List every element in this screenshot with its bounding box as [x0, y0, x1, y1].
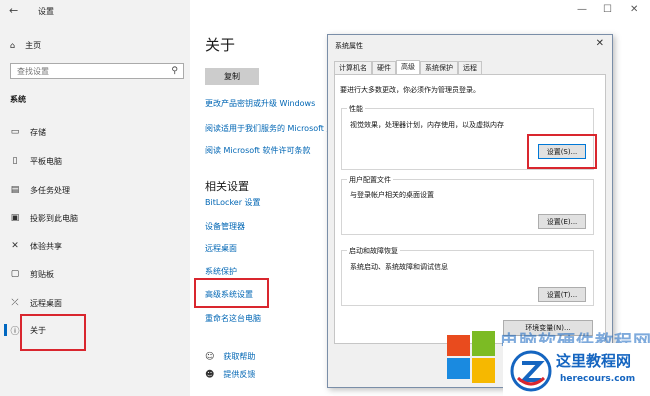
copy-button[interactable]: 复制	[205, 68, 259, 85]
sidebar-item-projecting[interactable]: ▣ 投影到此电脑	[10, 211, 78, 225]
watermark-badge-url: herecours.com	[560, 374, 636, 384]
startup-recovery-desc: 系统启动、系统故障和调试信息	[350, 263, 448, 271]
home-icon: ⌂	[10, 40, 16, 50]
sidebar-item-storage[interactable]: ▭ 存储	[10, 125, 46, 139]
link-rename-pc[interactable]: 重命名这台电脑	[205, 313, 261, 324]
tab-computer-name[interactable]: 计算机名	[334, 61, 372, 74]
link-change-product-key[interactable]: 更改产品密钥或升级 Windows	[205, 98, 315, 109]
link-system-protection[interactable]: 系统保护	[205, 266, 237, 277]
link-remote-desktop[interactable]: 远程桌面	[205, 243, 237, 254]
sidebar-item-label: 剪贴板	[30, 269, 54, 279]
performance-title: 性能	[347, 104, 365, 114]
feedback-link[interactable]: ☻ 提供反馈	[205, 369, 255, 380]
remote-desktop-icon: ⤫	[11, 298, 19, 308]
highlight-box-performance	[527, 134, 597, 169]
feedback-icon: ☻	[205, 369, 215, 380]
page-title: 关于	[205, 36, 236, 54]
tab-remote[interactable]: 远程	[458, 61, 482, 74]
storage-icon: ▭	[10, 127, 20, 137]
window-title: 设置	[38, 7, 54, 16]
startup-recovery-title: 启动和故障恢复	[347, 246, 400, 256]
clipboard-icon: ▢	[10, 269, 20, 279]
help-chat-icon: ☺	[205, 351, 215, 362]
sidebar-home-label: 主页	[25, 40, 42, 50]
search-box: ⚲	[10, 63, 184, 79]
highlight-box-about	[20, 314, 86, 351]
share-icon: ✕	[11, 241, 19, 251]
sidebar-item-label: 投影到此电脑	[30, 213, 78, 223]
link-bitlocker[interactable]: BitLocker 设置	[205, 197, 261, 208]
maximize-icon[interactable]: ☐	[603, 4, 612, 15]
sidebar-section-title: 系统	[10, 95, 26, 104]
search-input[interactable]	[11, 64, 161, 78]
link-license-terms[interactable]: 阅读 Microsoft 软件许可条款	[205, 145, 311, 156]
search-icon[interactable]: ⚲	[171, 66, 178, 76]
related-settings-heading: 相关设置	[205, 180, 249, 193]
dialog-title: 系统属性	[335, 42, 363, 50]
sidebar-item-tablet[interactable]: ▯ 平板电脑	[10, 154, 62, 168]
windows-logo-watermark	[447, 331, 495, 383]
link-device-manager[interactable]: 设备管理器	[205, 221, 245, 232]
sidebar-item-label: 平板电脑	[30, 156, 62, 166]
tab-advanced[interactable]: 高级	[396, 60, 420, 75]
sidebar-item-clipboard[interactable]: ▢ 剪贴板	[10, 267, 54, 281]
tab-hardware[interactable]: 硬件	[372, 61, 396, 74]
sidebar-item-shared-experiences[interactable]: ✕ 体验共享	[10, 239, 62, 253]
close-icon[interactable]: ✕	[630, 4, 638, 15]
feedback-label: 提供反馈	[223, 370, 256, 379]
multitasking-icon: ▤	[10, 185, 20, 195]
user-profiles-settings-button[interactable]: 设置(E)...	[538, 214, 586, 229]
dialog-close-icon[interactable]: ✕	[596, 38, 604, 49]
startup-recovery-group: 启动和故障恢复 系统启动、系统故障和调试信息 设置(T)...	[341, 246, 594, 306]
title-bar: ← 设置 — ☐ ✕	[0, 0, 650, 22]
projector-icon: ▣	[10, 213, 20, 223]
back-arrow-icon[interactable]: ←	[9, 4, 18, 17]
link-services-agreement[interactable]: 阅读适用于我们服务的 Microsoft 服	[205, 123, 335, 134]
dialog-tabs: 计算机名 硬件 高级 系统保护 远程	[334, 60, 482, 75]
user-profiles-desc: 与登录帐户相关的桌面设置	[350, 191, 434, 199]
sidebar-item-label: 多任务处理	[30, 185, 70, 195]
user-profiles-title: 用户配置文件	[347, 175, 393, 185]
sidebar-item-multitasking[interactable]: ▤ 多任务处理	[10, 183, 70, 197]
sidebar-item-label: 存储	[30, 127, 46, 137]
sidebar: ⌂ 主页 ⚲ 系统 ▭ 存储 ▯ 平板电脑 ▤ 多任务处理 ▣ 投影到此电脑 ✕…	[0, 0, 190, 396]
tab-system-protection[interactable]: 系统保护	[420, 61, 458, 74]
z-logo-icon	[510, 350, 552, 392]
watermark-badge-text: 这里教程网	[556, 352, 632, 370]
highlight-box-advanced	[194, 278, 269, 308]
sidebar-item-label: 远程桌面	[30, 298, 62, 308]
performance-desc: 视觉效果，处理器计划，内存使用，以及虚拟内存	[350, 121, 504, 129]
admin-note: 要进行大多数更改，你必须作为管理员登录。	[340, 86, 480, 94]
sidebar-item-label: 体验共享	[30, 241, 62, 251]
get-help-label: 获取帮助	[223, 352, 256, 361]
minimize-icon[interactable]: —	[577, 4, 587, 15]
tablet-icon: ▯	[12, 156, 18, 166]
get-help-link[interactable]: ☺ 获取帮助	[205, 351, 255, 362]
user-profiles-group: 用户配置文件 与登录帐户相关的桌面设置 设置(E)...	[341, 175, 594, 235]
sidebar-item-remote-desktop[interactable]: ⤫ 远程桌面	[10, 296, 62, 310]
info-icon: ⓘ	[10, 326, 20, 337]
sidebar-home[interactable]: ⌂ 主页	[10, 38, 41, 52]
startup-settings-button[interactable]: 设置(T)...	[538, 287, 586, 302]
